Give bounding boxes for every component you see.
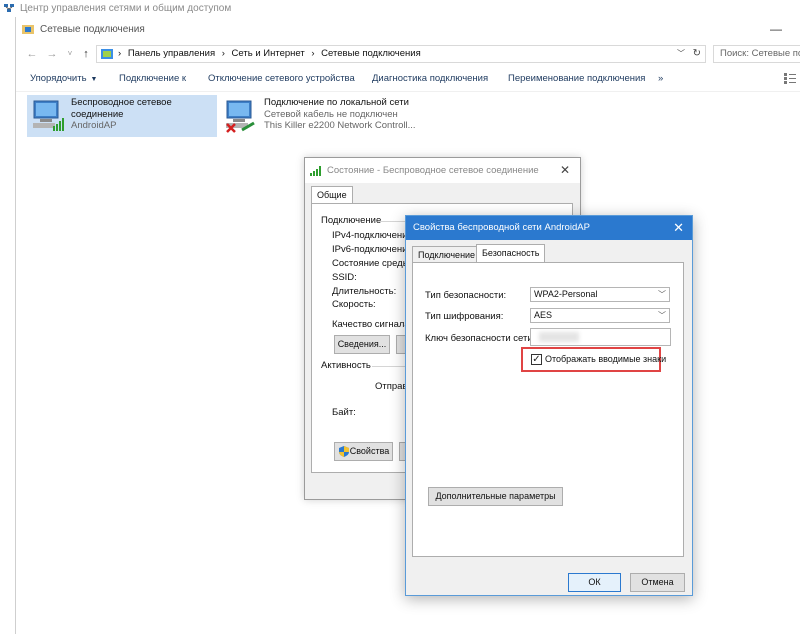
connection-name: Подключение по локальной сети <box>264 97 409 108</box>
search-input[interactable]: Поиск: Сетевые подключения <box>713 45 800 63</box>
chevron-down-icon: ﹀ <box>658 290 666 299</box>
tab-security[interactable]: Безопасность <box>476 244 546 262</box>
breadcrumb-separator: › <box>221 48 225 59</box>
chevron-down-icon: ﹀ <box>658 311 666 320</box>
activity-group-label: Активность <box>321 360 371 371</box>
sent-label: Отправ <box>375 381 408 392</box>
address-bar-row: ← → ˅ ↑ › Панель управления › Сеть и Инт… <box>16 42 800 66</box>
connect-to-button[interactable]: Подключение к <box>119 66 186 92</box>
ipv6-label: IPv6-подключение <box>332 244 413 255</box>
background-window-title: Центр управления сетями и общим доступом <box>0 0 800 17</box>
close-icon[interactable]: ✕ <box>673 216 684 240</box>
connection-network: AndroidAP <box>71 120 117 131</box>
ssid-label: SSID: <box>332 272 357 283</box>
security-tab-panel: Тип безопасности: WPA2-Personal ﹀ Тип ши… <box>412 262 684 557</box>
media-state-label: Состояние среды: <box>332 258 413 269</box>
wireless-connection-item[interactable]: Беспроводное сетевое соединение AndroidA… <box>27 95 217 137</box>
control-panel-icon <box>101 49 113 59</box>
view-options-icon[interactable] <box>784 73 796 84</box>
security-key-field[interactable] <box>530 328 671 346</box>
properties-button-label: Свойства <box>349 446 390 456</box>
close-icon[interactable]: ✕ <box>560 158 570 183</box>
disable-device-button[interactable]: Отключение сетевого устройства <box>208 66 355 92</box>
breadcrumb-item-connections[interactable]: Сетевые подключения <box>321 48 421 59</box>
status-dialog-title: Состояние - Беспроводное сетевое соедине… <box>327 165 539 176</box>
chevron-down-icon: ▼ <box>90 76 98 83</box>
breadcrumb-item-network[interactable]: Сеть и Интернет <box>232 48 305 59</box>
rename-button[interactable]: Переименование подключения <box>508 66 645 92</box>
up-arrow-icon[interactable]: ↑ <box>78 46 94 62</box>
minimize-button[interactable]: — <box>770 17 782 42</box>
security-key-label: Ключ безопасности сети <box>425 333 533 344</box>
signal-strength-icon <box>310 166 321 176</box>
diagnose-button[interactable]: Диагностика подключения <box>372 66 488 92</box>
blurred-key <box>539 332 579 342</box>
connection-name-line2: соединение <box>71 108 124 120</box>
speed-label: Скорость: <box>332 299 376 310</box>
connection-status: Сетевой кабель не подключен <box>264 108 398 120</box>
encryption-type-value: AES <box>534 310 553 320</box>
encryption-type-select[interactable]: AES ﹀ <box>530 308 670 323</box>
ipv4-label: IPv4-подключение <box>332 230 413 241</box>
security-type-select[interactable]: WPA2-Personal ﹀ <box>530 287 670 302</box>
cancel-button[interactable]: Отмена <box>630 573 685 592</box>
breadcrumb: › Панель управления › Сеть и Интернет › … <box>118 46 425 62</box>
properties-dialog-titlebar: Свойства беспроводной сети AndroidAP ✕ <box>406 216 692 240</box>
details-button[interactable]: Сведения... <box>334 335 390 354</box>
command-bar: Упорядочить ▼ Подключение к Отключение се… <box>16 66 800 92</box>
network-center-icon <box>4 4 14 12</box>
status-tab-row: Общие <box>305 183 580 204</box>
lan-network-icon <box>226 100 255 133</box>
wireless-network-icon <box>33 100 64 131</box>
tab-connection[interactable]: Подключение <box>412 246 482 262</box>
address-box[interactable]: › Панель управления › Сеть и Интернет › … <box>96 45 706 63</box>
network-folder-icon <box>22 25 34 34</box>
wireless-connection-text: Беспроводное сетевое соединение AndroidA… <box>71 97 172 132</box>
window-title: Сетевые подключения <box>40 24 145 35</box>
connection-name: Беспроводное сетевое <box>71 97 172 108</box>
properties-tab-row: Подключение Безопасность <box>406 240 692 262</box>
signal-quality-label: Качество сигнала: <box>332 319 413 330</box>
properties-dialog-title: Свойства беспроводной сети AndroidAP <box>413 222 590 233</box>
show-characters-label[interactable]: Отображать вводимые знаки <box>545 354 666 364</box>
organize-menu[interactable]: Упорядочить ▼ <box>30 66 97 93</box>
highlight-box: ✓ Отображать вводимые знаки <box>521 347 666 372</box>
address-dropdown-icon[interactable]: ﹀ <box>677 46 685 62</box>
connection-adapter: This Killer e2200 Network Controll... <box>264 120 416 131</box>
breadcrumb-separator: › <box>311 48 315 59</box>
recent-dropdown-icon[interactable]: ˅ <box>62 46 78 62</box>
advanced-settings-button[interactable]: Дополнительные параметры <box>428 487 563 506</box>
security-type-value: WPA2-Personal <box>534 289 598 299</box>
tab-general[interactable]: Общие <box>311 186 353 204</box>
more-commands-button[interactable]: » <box>658 66 663 92</box>
connection-group-label: Подключение <box>321 215 382 226</box>
breadcrumb-item-control-panel[interactable]: Панель управления <box>128 48 215 59</box>
security-type-label: Тип безопасности: <box>425 290 507 301</box>
show-characters-checkbox[interactable]: ✓ <box>531 354 542 365</box>
window-titlebar: Сетевые подключения — <box>16 17 800 42</box>
properties-button[interactable]: Свойства <box>334 442 393 461</box>
wireless-properties-dialog: Свойства беспроводной сети AndroidAP ✕ П… <box>405 215 693 596</box>
refresh-icon[interactable]: ↻ <box>693 46 701 62</box>
encryption-type-label: Тип шифрования: <box>425 311 504 322</box>
ok-button[interactable]: ОК <box>568 573 621 592</box>
forward-arrow-icon[interactable]: → <box>44 46 60 62</box>
bytes-label: Байт: <box>332 407 356 418</box>
breadcrumb-separator: › <box>118 48 122 59</box>
organize-label: Упорядочить <box>30 73 87 84</box>
status-dialog-titlebar: Состояние - Беспроводное сетевое соедине… <box>305 158 580 183</box>
duration-label: Длительность: <box>332 286 397 297</box>
lan-connection-text: Подключение по локальной сети Сетевой ка… <box>264 97 416 132</box>
back-arrow-icon[interactable]: ← <box>24 46 40 62</box>
shield-icon <box>339 446 349 457</box>
lan-connection-item[interactable]: Подключение по локальной сети Сетевой ка… <box>220 95 430 137</box>
